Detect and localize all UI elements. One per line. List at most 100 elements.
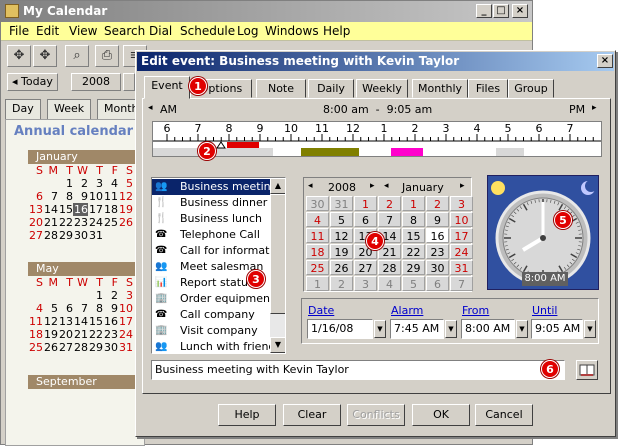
calendar-day[interactable]: 27: [354, 260, 377, 275]
date-field[interactable]: 1/16/08: [307, 319, 373, 339]
today-button[interactable]: ◂ Today: [7, 73, 58, 91]
dialog-close-button[interactable]: ×: [597, 54, 613, 68]
calendar-day[interactable]: 25: [306, 260, 329, 275]
calendar-day[interactable]: 6: [426, 276, 449, 291]
help-button[interactable]: Help: [218, 404, 276, 426]
calendar-day[interactable]: 17: [450, 228, 473, 243]
cancel-button[interactable]: Cancel: [475, 404, 533, 426]
calendar-day[interactable]: 10: [450, 212, 473, 227]
day-cell[interactable]: 1: [88, 289, 103, 302]
day-cell[interactable]: 9: [73, 190, 88, 203]
calendar-day[interactable]: 7: [378, 212, 401, 227]
prev-year-icon[interactable]: ◂: [308, 181, 313, 191]
menu-windows[interactable]: Windows: [265, 24, 319, 38]
day-cell[interactable]: 20: [58, 328, 73, 341]
day-cell[interactable]: 14: [73, 315, 88, 328]
day-cell[interactable]: 31: [88, 229, 103, 242]
day-cell[interactable]: [118, 229, 133, 242]
tab-event[interactable]: Event: [144, 76, 190, 99]
day-cell[interactable]: [73, 289, 88, 302]
calendar-day[interactable]: 3: [354, 276, 377, 291]
clear-button[interactable]: Clear: [283, 404, 341, 426]
maximize-button[interactable]: □: [493, 4, 509, 18]
calendar-day[interactable]: 2: [378, 196, 401, 211]
day-cell[interactable]: 2: [73, 177, 88, 190]
event-type-item[interactable]: ☎Telephone Call: [152, 227, 270, 243]
day-cell[interactable]: 4: [28, 302, 43, 315]
day-cell[interactable]: 29: [88, 341, 103, 354]
day-cell[interactable]: 26: [43, 341, 58, 354]
calendar-day[interactable]: 19: [330, 244, 353, 259]
ok-button[interactable]: OK: [412, 404, 470, 426]
calendar-day[interactable]: 26: [330, 260, 353, 275]
subject-input[interactable]: Business meeting with Kevin Taylor: [151, 360, 565, 380]
calendar-day[interactable]: 1: [354, 196, 377, 211]
day-cell[interactable]: 24: [118, 328, 133, 341]
event-type-item[interactable]: ☎Call for information: [152, 243, 270, 259]
day-cell[interactable]: 9: [103, 302, 118, 315]
menu-search[interactable]: Search: [104, 24, 145, 38]
address-book-button[interactable]: [576, 360, 598, 380]
day-cell[interactable]: 12: [43, 315, 58, 328]
day-cell[interactable]: 22: [88, 328, 103, 341]
day-cell[interactable]: 23: [73, 216, 88, 229]
day-cell[interactable]: 16: [73, 203, 88, 216]
tab-week[interactable]: Week: [47, 99, 91, 119]
day-cell[interactable]: 25: [28, 341, 43, 354]
tab-weekly[interactable]: Weekly: [356, 79, 408, 98]
day-cell[interactable]: 6: [28, 190, 43, 203]
day-cell[interactable]: 26: [118, 216, 133, 229]
move-icon[interactable]: ✥: [7, 45, 31, 67]
event-type-item[interactable]: 🏢Order equipment: [152, 291, 270, 307]
menu-help[interactable]: Help: [323, 24, 350, 38]
event-type-item[interactable]: 👥Business meeting: [152, 179, 270, 195]
day-cell[interactable]: 21: [73, 328, 88, 341]
menu-log[interactable]: Log: [237, 24, 258, 38]
calendar-day[interactable]: 5: [330, 212, 353, 227]
day-cell[interactable]: 19: [43, 328, 58, 341]
day-cell[interactable]: 2: [103, 289, 118, 302]
print-icon[interactable]: ⎙: [95, 45, 119, 67]
alarm-marker-icon[interactable]: [217, 142, 225, 148]
calendar-day[interactable]: 30: [306, 196, 329, 211]
menu-dial[interactable]: Dial: [149, 24, 172, 38]
year-spin[interactable]: [123, 73, 135, 91]
tab-day[interactable]: Day: [5, 99, 41, 119]
next-month-icon[interactable]: ▸: [460, 181, 465, 191]
day-cell[interactable]: 24: [88, 216, 103, 229]
day-cell[interactable]: 21: [43, 216, 58, 229]
day-cell[interactable]: 22: [58, 216, 73, 229]
calendar-day[interactable]: 15: [402, 228, 425, 243]
day-cell[interactable]: [28, 177, 43, 190]
day-cell[interactable]: 31: [118, 341, 133, 354]
timeline-prev-icon[interactable]: ◂: [148, 103, 153, 113]
until-dropdown-icon[interactable]: ▼: [584, 320, 596, 338]
minimize-button[interactable]: _: [476, 4, 492, 18]
scroll-thumb[interactable]: [270, 194, 286, 314]
tab-files[interactable]: Files: [468, 79, 508, 98]
from-dropdown-icon[interactable]: ▼: [516, 320, 528, 338]
day-cell[interactable]: 8: [88, 302, 103, 315]
calendar-day[interactable]: 16: [426, 228, 449, 243]
day-cell[interactable]: 29: [58, 229, 73, 242]
day-cell[interactable]: [28, 289, 43, 302]
day-cell[interactable]: 17: [88, 203, 103, 216]
date-dropdown-icon[interactable]: ▼: [374, 320, 386, 338]
alarm-dropdown-icon[interactable]: ▼: [445, 320, 457, 338]
calendar-day[interactable]: 7: [450, 276, 473, 291]
search-icon[interactable]: ⌕: [65, 45, 89, 67]
day-cell[interactable]: 10: [88, 190, 103, 203]
calendar-day[interactable]: 2: [330, 276, 353, 291]
day-cell[interactable]: [43, 177, 58, 190]
close-button[interactable]: ×: [512, 4, 528, 18]
calendar-day[interactable]: 5: [402, 276, 425, 291]
day-cell[interactable]: 13: [28, 203, 43, 216]
menu-view[interactable]: View: [69, 24, 97, 38]
timeline-ruler[interactable]: 67891011121234567: [152, 121, 602, 157]
day-cell[interactable]: 11: [28, 315, 43, 328]
calendar-day[interactable]: 6: [354, 212, 377, 227]
year-field[interactable]: 2008: [71, 73, 121, 91]
dialog-titlebar[interactable]: Edit event: Business meeting with Kevin …: [137, 52, 614, 71]
calendar-day[interactable]: 4: [306, 212, 329, 227]
tab-monthly[interactable]: Monthly: [412, 79, 468, 98]
